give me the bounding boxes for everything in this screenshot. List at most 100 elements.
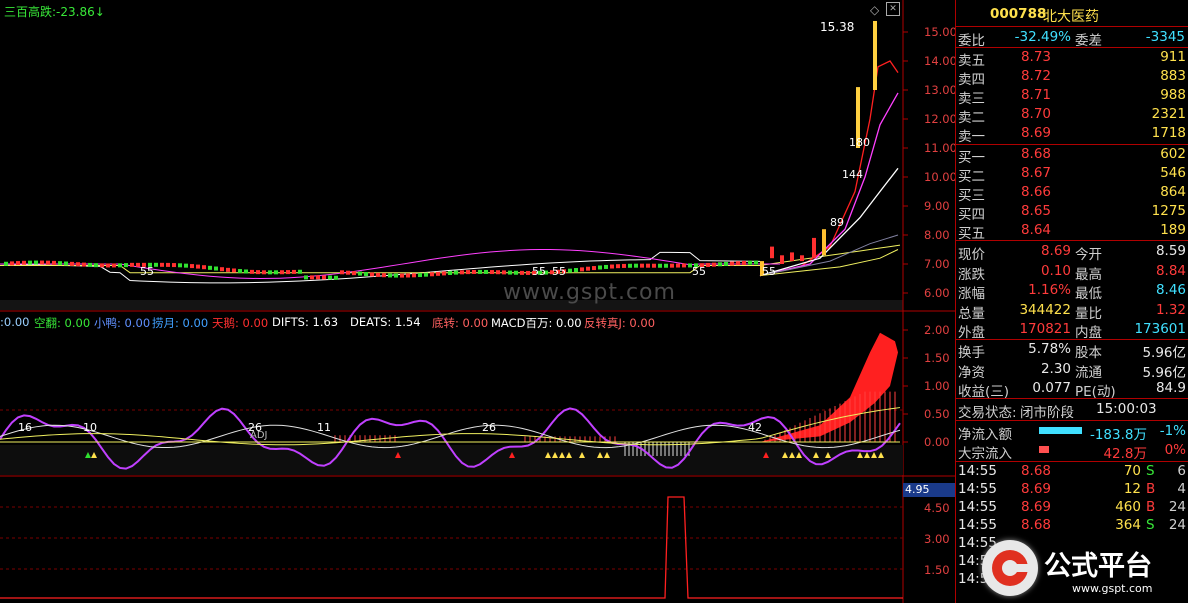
candle <box>388 273 392 278</box>
price-tick: 15.00 <box>924 25 957 39</box>
chart-canvas[interactable] <box>0 0 955 603</box>
bigflow-value: 42.8万 <box>1103 446 1147 462</box>
indicator-legend-item: MACD百万: 0.00 <box>491 316 582 330</box>
trade-status-value: 闭市阶段 <box>1020 405 1074 421</box>
tick-side: B <box>1146 499 1156 515</box>
fib-label: 180 <box>849 136 870 149</box>
stat-label: 股本 <box>1075 345 1102 361</box>
buy-row: 买五 8.64 189 <box>956 221 1188 242</box>
order-volume: 1275 <box>1151 203 1186 219</box>
candle <box>196 264 200 269</box>
close-icon[interactable]: ✕ <box>886 2 900 16</box>
candle <box>88 262 92 267</box>
oscillator-line <box>0 407 901 446</box>
stat-value: 1.32 <box>1155 301 1186 318</box>
mid-tick: 1.50 <box>924 351 950 365</box>
candle <box>412 273 416 278</box>
weicha-label: 委差 <box>1075 33 1102 49</box>
candle <box>214 266 218 271</box>
order-volume: 988 <box>1160 87 1186 103</box>
price-tick: 6.00 <box>924 286 950 300</box>
stat-row: 收益(三) 0.077 PE(动) 84.9 <box>956 379 1188 400</box>
candle <box>262 270 266 275</box>
tick-count: 4 <box>1177 481 1186 497</box>
stat-row: 涨幅 1.16% 最低 8.46 <box>956 281 1188 302</box>
candle <box>616 264 620 269</box>
fib-label: 144 <box>842 168 863 181</box>
candle <box>592 266 596 271</box>
stat-label: 最低 <box>1075 286 1102 302</box>
indicator-legend-item: 天鹅: 0.00 <box>212 316 269 330</box>
bottom-tick: 3.00 <box>924 532 950 546</box>
candle <box>64 261 68 266</box>
price-tick: 9.00 <box>924 199 950 213</box>
sell-row: 卖二 8.70 2321 <box>956 105 1188 126</box>
tick-volume: 460 <box>1115 499 1141 515</box>
candle <box>274 270 278 275</box>
stat-label: 涨跌 <box>958 266 985 283</box>
candle <box>16 261 20 266</box>
stat-value: 344422 <box>1019 301 1071 318</box>
fib-label: 55 <box>762 265 776 278</box>
stat-value: 8.59 <box>1155 243 1186 259</box>
trade-status-row: 交易状态: 闭市阶段 15:00:03 <box>956 400 1188 421</box>
stock-code: 000788 <box>990 6 1047 22</box>
weicha-value: -3345 <box>1145 29 1185 45</box>
candle <box>682 263 686 268</box>
tick-count: 6 <box>1177 463 1186 479</box>
candle <box>76 262 80 267</box>
fib-label: 55 <box>140 265 154 278</box>
candle <box>382 273 386 278</box>
signal-number: 42 <box>748 421 762 434</box>
bigflow-pct: 0% <box>1164 442 1186 458</box>
stat-value: 8.46 <box>1155 282 1186 298</box>
order-price: 8.66 <box>1020 184 1051 200</box>
candle <box>812 237 816 259</box>
candle <box>822 229 826 256</box>
order-price: 8.72 <box>1020 68 1051 84</box>
signal-number: 16 <box>18 421 32 434</box>
candle <box>100 263 104 268</box>
stat-value: 5.96亿 <box>1142 364 1186 381</box>
candle <box>526 270 530 275</box>
candle <box>202 265 206 270</box>
macd-area <box>760 332 898 442</box>
candle <box>748 260 752 265</box>
stat-value: 173601 <box>1134 321 1186 337</box>
candle <box>112 263 116 268</box>
stat-row: 现价 8.69 今开 8.59 <box>956 242 1188 263</box>
bottom-tick: 1.50 <box>924 563 950 577</box>
candle <box>718 262 722 267</box>
chart-area[interactable]: 三百高跌:-23.86↓ www.gspt.com 15.38 ◇ ✕ 180 … <box>0 0 957 603</box>
stat-row: 总量 344422 量比 1.32 <box>956 301 1188 322</box>
fib-label: 89 <box>830 216 844 229</box>
candle <box>610 264 614 269</box>
tick-side: S <box>1146 463 1155 479</box>
sell-row: 卖一 8.69 1718 <box>956 124 1188 145</box>
candle <box>130 262 134 267</box>
candle <box>406 273 410 278</box>
candle <box>873 20 877 91</box>
oscillator-line <box>0 424 901 449</box>
candle <box>586 266 590 271</box>
stat-value: 84.9 <box>1155 380 1186 396</box>
candle <box>286 270 290 275</box>
stat-value: 0.10 <box>1040 262 1071 279</box>
stat-label: 外盘 <box>958 325 985 341</box>
candle <box>184 263 188 268</box>
candle <box>568 268 572 273</box>
stat-value: 0.077 <box>1032 380 1071 396</box>
mid-tick: 0.50 <box>924 407 950 421</box>
stat-label: 流通 <box>1075 364 1102 381</box>
candle <box>178 263 182 268</box>
candle <box>160 262 164 267</box>
signal-pulse-line <box>0 496 903 599</box>
ma-line <box>759 60 899 277</box>
buy-row: 买一 8.68 602 <box>956 145 1188 166</box>
order-level-label: 卖二 <box>958 110 985 126</box>
candle <box>724 261 728 266</box>
candle <box>430 272 434 277</box>
candle <box>46 260 50 265</box>
diamond-icon[interactable]: ◇ <box>870 3 879 17</box>
price-tick: 7.00 <box>924 257 950 271</box>
